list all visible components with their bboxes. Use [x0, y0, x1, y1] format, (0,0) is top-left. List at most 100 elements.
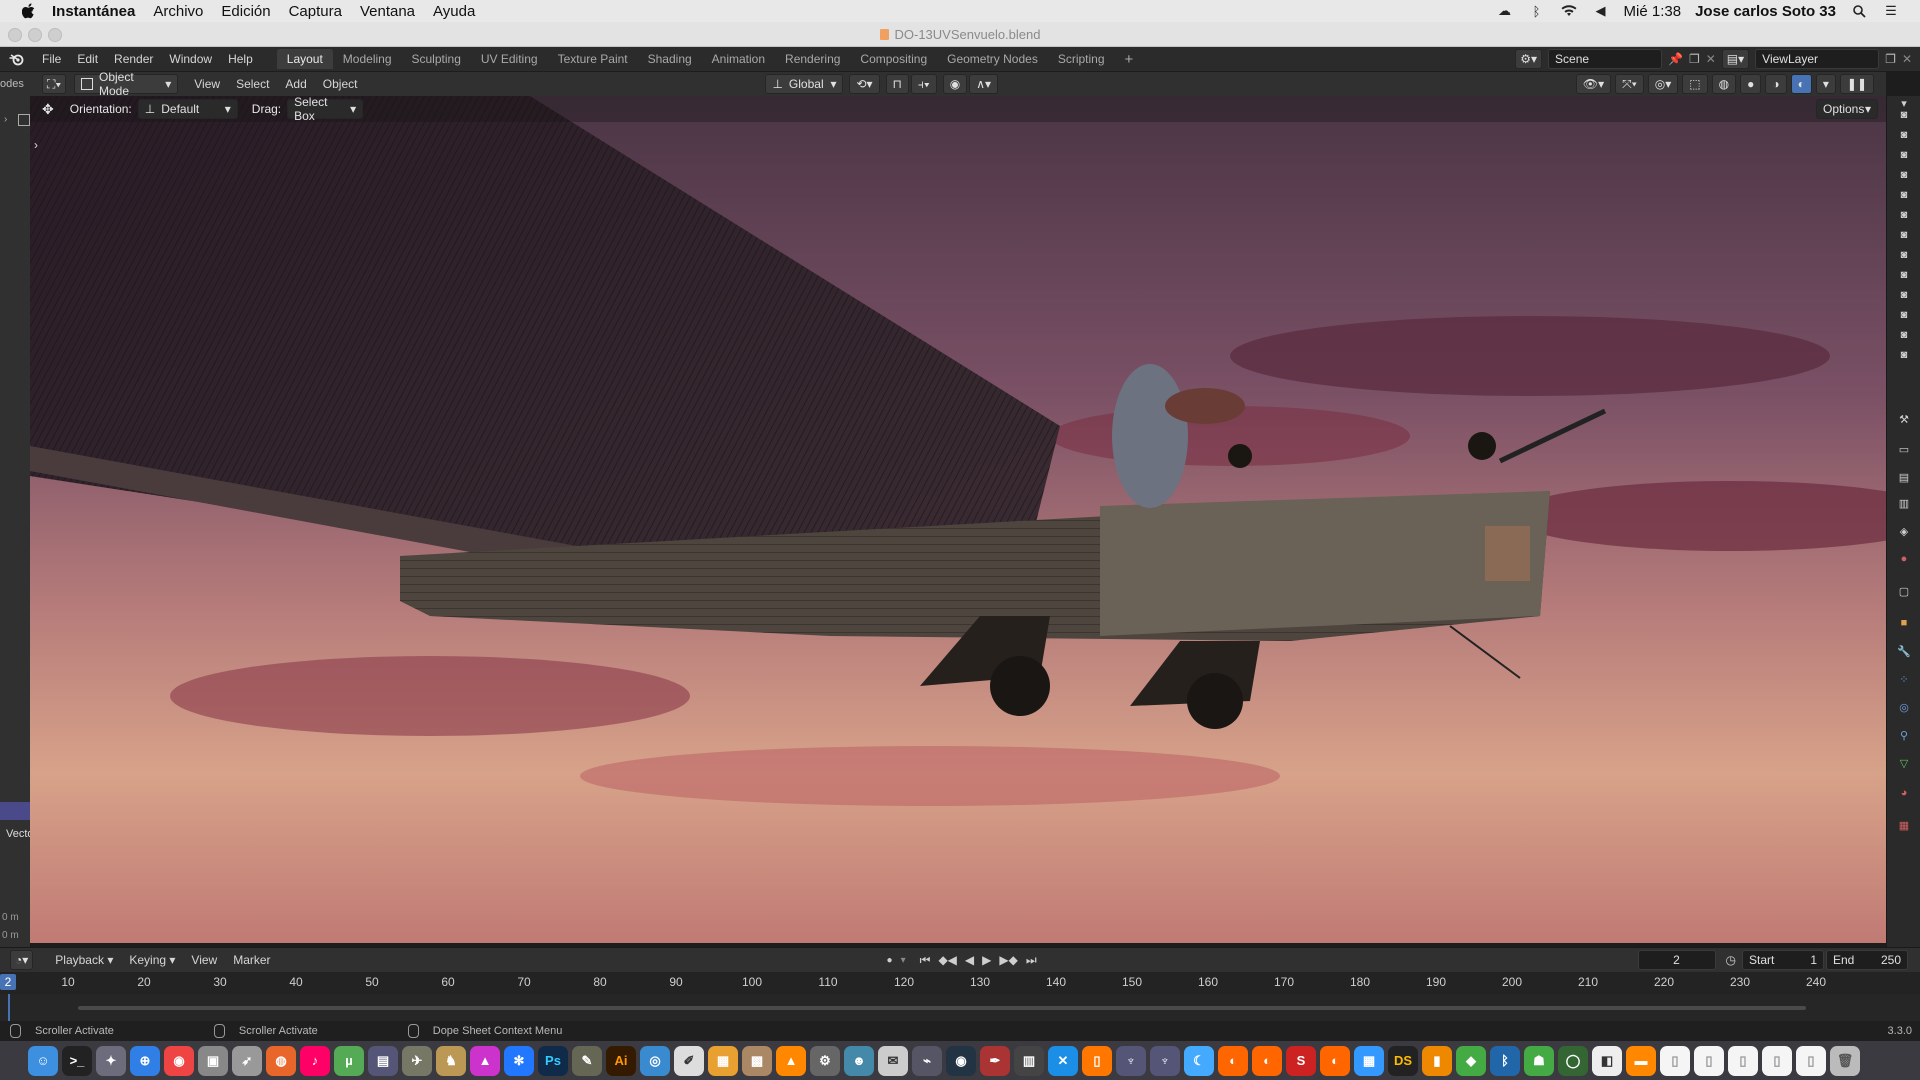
menu-playback[interactable]: Playback ▾	[47, 953, 121, 967]
options-dropdown[interactable]: Options ▾	[1816, 99, 1878, 119]
blender-logo-icon[interactable]	[8, 50, 26, 68]
trash-icon[interactable]: 🗑	[1830, 1045, 1860, 1076]
delete-view-layer-icon[interactable]: ✕	[1902, 52, 1912, 66]
doc-icon[interactable]: ▯	[1796, 1045, 1826, 1076]
view-layer-selector-icon[interactable]: ▤▾	[1721, 49, 1750, 69]
frame-ruler[interactable]: 2 10 20 30 40 50 60 70 80 90 100 110 120…	[0, 972, 1920, 994]
tab-geometry-nodes[interactable]: Geometry Nodes	[937, 49, 1048, 69]
app-icon[interactable]: ▣	[198, 1045, 228, 1076]
blender-icon[interactable]: ◐	[1320, 1045, 1350, 1076]
prev-keyframe-icon[interactable]: ◆◀	[938, 953, 956, 967]
record-options-chevron-icon[interactable]: ▾	[901, 955, 906, 966]
minimize-window-button[interactable]	[28, 28, 42, 42]
current-frame-field[interactable]: 2	[1637, 950, 1716, 970]
snap-magnet-icon[interactable]: ⊓	[885, 74, 909, 94]
camera-icon[interactable]: ◙	[1897, 268, 1911, 282]
app-icon[interactable]: ◉	[946, 1045, 976, 1076]
scene-properties-icon[interactable]: ◈	[1897, 524, 1911, 538]
tab-sculpting[interactable]: Sculpting	[402, 49, 471, 69]
shading-solid-icon[interactable]: ●	[1740, 74, 1762, 94]
menu-file[interactable]: File	[34, 52, 69, 66]
doc-icon[interactable]: ▯	[1660, 1045, 1690, 1076]
app-icon[interactable]: ◯	[1558, 1045, 1588, 1076]
spotlight-search-icon[interactable]	[1850, 4, 1868, 18]
doc-icon[interactable]: ▯	[1728, 1045, 1758, 1076]
overlays-icon[interactable]: ◎▾	[1647, 74, 1679, 94]
camera-icon[interactable]: ◙	[1897, 208, 1911, 222]
launchpad-icon[interactable]: ✦	[96, 1045, 126, 1076]
camera-icon[interactable]: ◙	[1897, 128, 1911, 142]
camera-icon[interactable]: ◙	[1897, 228, 1911, 242]
orientation-dropdown[interactable]: ⊥ Default ▾	[137, 99, 238, 119]
camera-icon[interactable]: ◙	[1897, 248, 1911, 262]
app-store-icon[interactable]: ✻	[504, 1045, 534, 1076]
timeline-editor-type-icon[interactable]: ◔▾	[10, 950, 34, 970]
tab-layout[interactable]: Layout	[276, 49, 333, 69]
chrome-icon[interactable]: ◉	[164, 1045, 194, 1076]
tab-animation[interactable]: Animation	[702, 49, 775, 69]
app-icon[interactable]: ♆	[1150, 1045, 1180, 1076]
app-icon[interactable]: ✉	[878, 1045, 908, 1076]
bluetooth-icon[interactable]: ᛒ	[1490, 1045, 1520, 1076]
proportional-editing-icon[interactable]: ◉	[942, 74, 968, 94]
menu-select[interactable]: Select	[228, 77, 277, 91]
modifier-wrench-icon[interactable]: 🔧	[1897, 644, 1911, 658]
app-icon[interactable]: ☾	[1184, 1045, 1214, 1076]
particles-icon[interactable]: ⁘	[1897, 672, 1911, 686]
pause-render-icon[interactable]: ❚❚	[1839, 74, 1874, 94]
shading-wireframe-icon[interactable]: ◍	[1711, 74, 1737, 94]
view-layer-field[interactable]: ViewLayer	[1755, 49, 1880, 69]
scene-selector-icon[interactable]: ⚙▾	[1515, 49, 1543, 69]
doc-icon[interactable]: ▯	[1762, 1045, 1792, 1076]
snap-target-icon[interactable]: ⫞▾	[910, 74, 937, 94]
shading-rendered-icon[interactable]: ◐	[1790, 74, 1812, 94]
camera-icon[interactable]: ◙	[1897, 308, 1911, 322]
menu-help[interactable]: Help	[220, 52, 261, 66]
apple-icon[interactable]	[20, 2, 38, 20]
camera-icon[interactable]: ◙	[1897, 108, 1911, 122]
new-scene-icon[interactable]: ❐	[1689, 52, 1700, 66]
start-frame-field[interactable]: Start 1	[1742, 950, 1824, 970]
app-icon[interactable]: ◧	[1592, 1045, 1622, 1076]
pin-scene-icon[interactable]: 📌	[1668, 52, 1683, 66]
app-icon[interactable]: ☻	[844, 1045, 874, 1076]
app-icon[interactable]: ✐	[674, 1045, 704, 1076]
outliner-box-icon[interactable]	[18, 114, 30, 126]
vector-panel-tab[interactable]	[0, 802, 30, 820]
jump-end-icon[interactable]: ⏭	[1026, 953, 1037, 968]
object-data-icon[interactable]: ▽	[1897, 756, 1911, 770]
menubar-ventana[interactable]: Ventana	[360, 3, 415, 20]
menu-timeline-view[interactable]: View	[183, 953, 225, 967]
app-icon[interactable]: ▤	[368, 1045, 398, 1076]
menu-edit[interactable]: Edit	[69, 52, 106, 66]
camera-icon[interactable]: ◙	[1897, 348, 1911, 362]
menu-marker[interactable]: Marker	[225, 953, 278, 967]
app-icon[interactable]: ▩	[742, 1045, 772, 1076]
timeline-scrollbar[interactable]	[78, 1006, 1806, 1010]
affinity-icon[interactable]: ▲	[470, 1045, 500, 1076]
physics-icon[interactable]: ◎	[1897, 700, 1911, 714]
record-keyframe-icon[interactable]: ●	[887, 955, 893, 966]
menu-add[interactable]: Add	[277, 77, 314, 91]
tab-scripting[interactable]: Scripting	[1048, 49, 1115, 69]
tab-uv-editing[interactable]: UV Editing	[471, 49, 548, 69]
shading-material-icon[interactable]: ◑	[1765, 74, 1787, 94]
editor-type-icon[interactable]: ⛶▾	[42, 74, 67, 94]
app-icon[interactable]: ♆	[1116, 1045, 1146, 1076]
vlc-icon[interactable]: ▲	[776, 1045, 806, 1076]
delete-scene-icon[interactable]: ✕	[1706, 52, 1716, 66]
gizmo-toggle-icon[interactable]: ⤧▾	[1615, 74, 1644, 94]
bluetooth-icon[interactable]: ᛒ	[1528, 4, 1546, 19]
notification-center-icon[interactable]: ☰	[1882, 3, 1900, 18]
books-icon[interactable]: ▯	[1082, 1045, 1112, 1076]
falloff-curve-icon[interactable]: ∧▾	[969, 74, 999, 94]
camera-icon[interactable]: ◙	[1897, 328, 1911, 342]
shading-options-chevron-icon[interactable]: ▾	[1815, 74, 1836, 94]
end-frame-field[interactable]: End 250	[1826, 950, 1908, 970]
camera-icon[interactable]: ◙	[1897, 188, 1911, 202]
app-icon[interactable]: ▬	[1626, 1045, 1656, 1076]
firefox-icon[interactable]: ◍	[266, 1045, 296, 1076]
new-view-layer-icon[interactable]: ❐	[1885, 52, 1896, 66]
tab-texture-paint[interactable]: Texture Paint	[548, 49, 638, 69]
play-icon[interactable]: ▶	[982, 953, 991, 967]
